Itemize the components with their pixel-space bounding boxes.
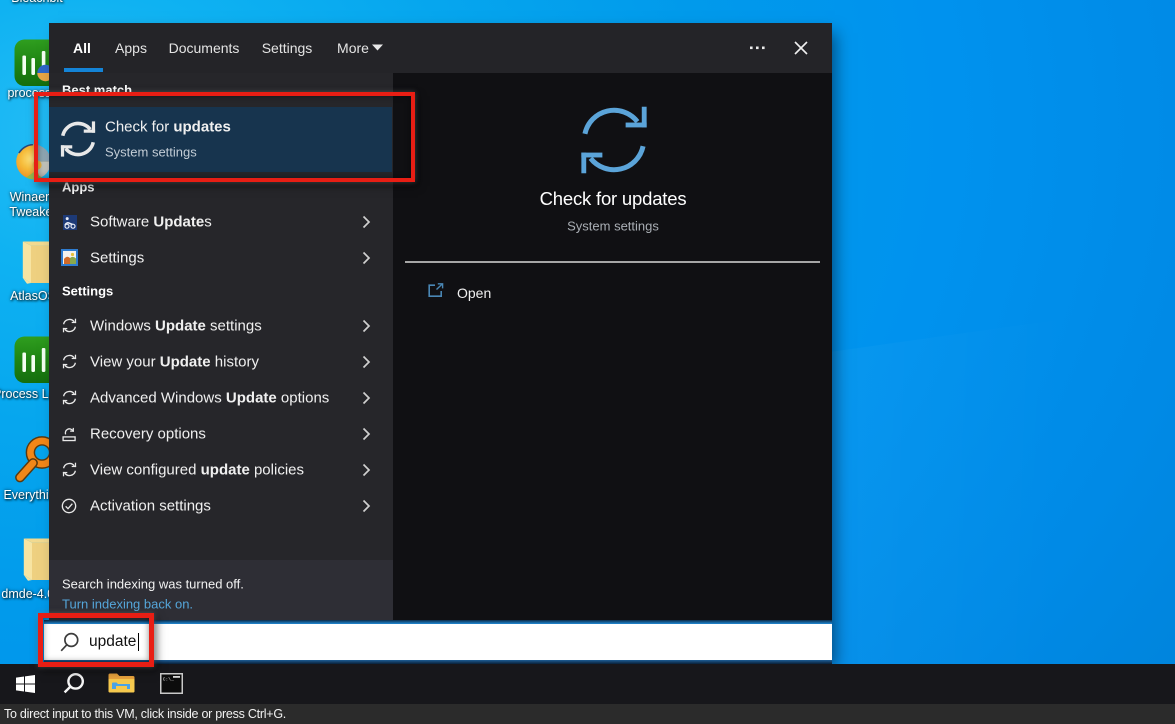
- svg-text:C:\_: C:\_: [163, 677, 174, 683]
